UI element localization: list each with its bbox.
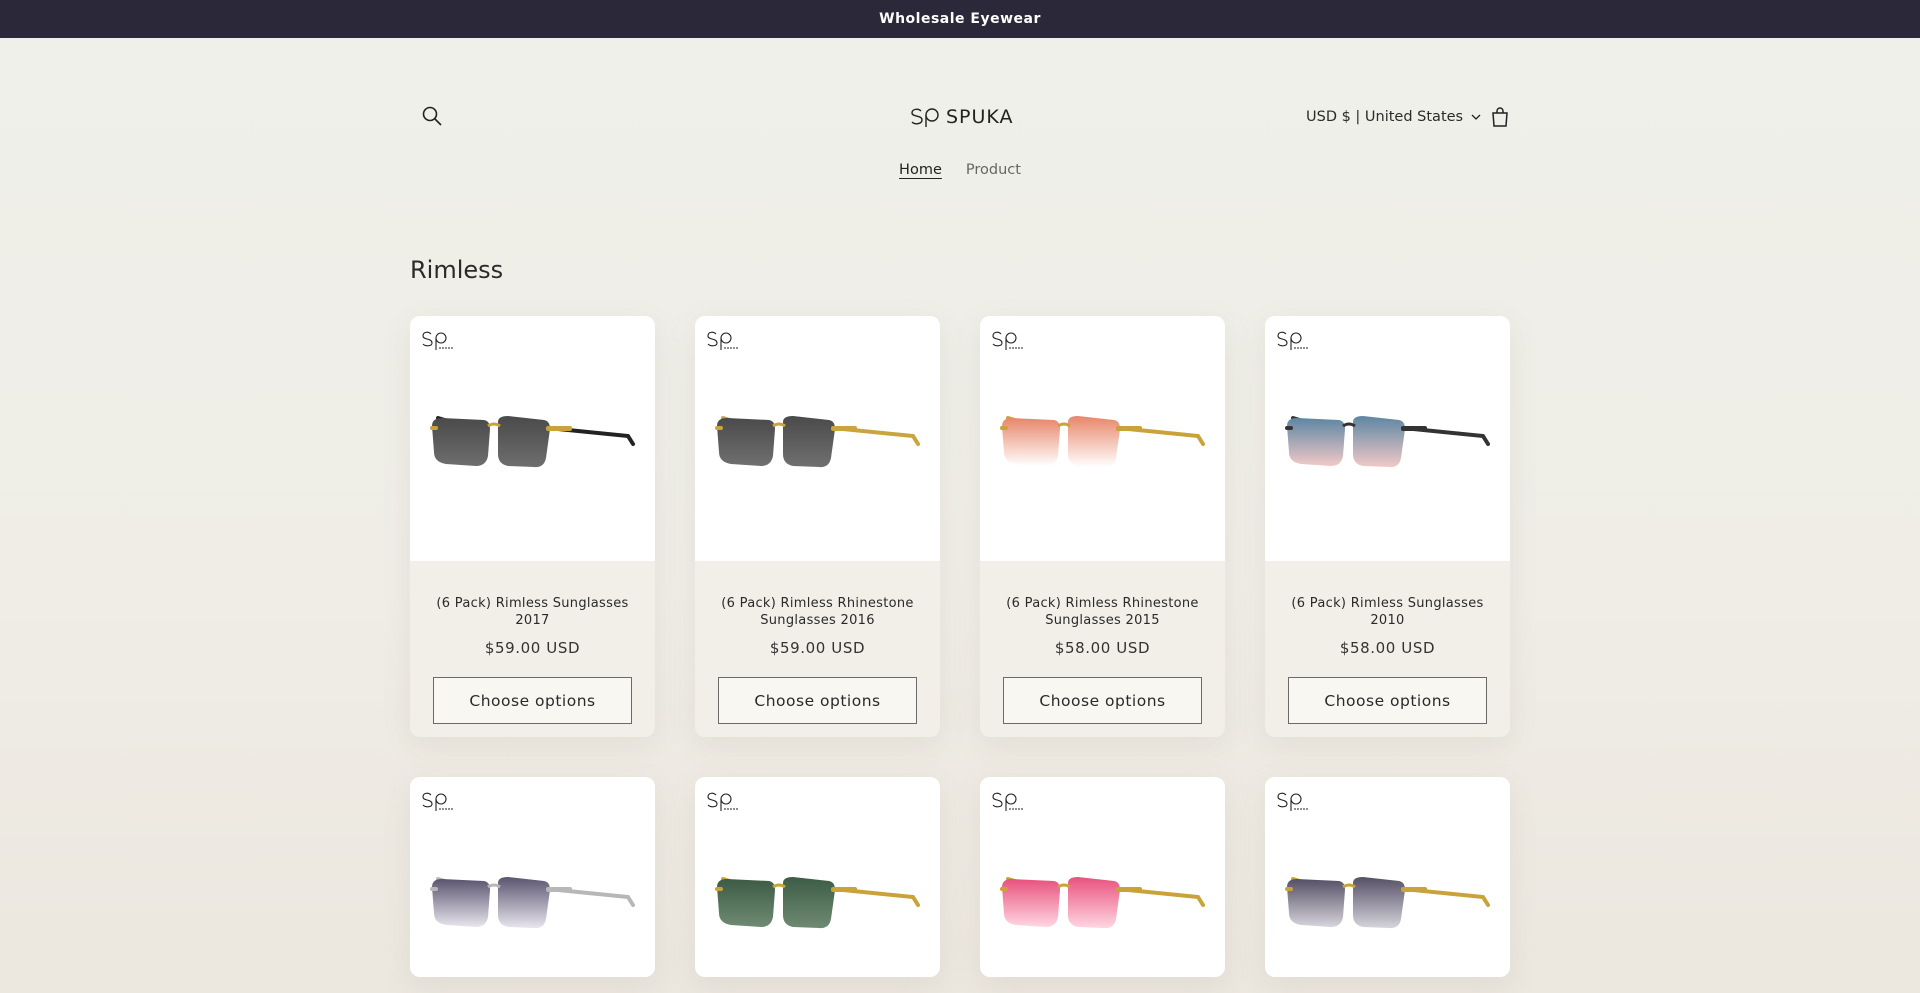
sunglasses-product-icon bbox=[1285, 416, 1490, 468]
brand-watermark-icon bbox=[992, 331, 1023, 350]
sunglasses-product-icon bbox=[1285, 877, 1490, 929]
search-icon[interactable] bbox=[420, 104, 444, 128]
product-card[interactable]: (6 Pack) Rimless Rhinestone Sunglasses 2… bbox=[695, 316, 940, 737]
product-image[interactable] bbox=[410, 777, 655, 977]
product-title[interactable]: (6 Pack) Rimless Rhinestone Sunglasses 2… bbox=[695, 595, 940, 629]
product-title[interactable]: (6 Pack) Rimless Sunglasses 2017 bbox=[410, 595, 655, 629]
product-grid: (6 Pack) Rimless Sunglasses 2017 $59.00 … bbox=[410, 316, 1510, 977]
sunglasses-product-icon bbox=[1000, 416, 1205, 468]
announcement-text: Wholesale Eyewear bbox=[879, 11, 1041, 27]
product-image[interactable] bbox=[695, 777, 940, 977]
product-title[interactable]: (6 Pack) Rimless Rhinestone Sunglasses 2… bbox=[980, 595, 1225, 629]
product-card[interactable] bbox=[980, 777, 1225, 977]
product-image[interactable] bbox=[980, 316, 1225, 561]
product-card[interactable]: (6 Pack) Rimless Sunglasses 2010 $58.00 … bbox=[1265, 316, 1510, 737]
main-nav: Home Product bbox=[0, 162, 1920, 178]
choose-options-button[interactable]: Choose options bbox=[433, 677, 632, 724]
choose-options-button[interactable]: Choose options bbox=[718, 677, 917, 724]
product-image[interactable] bbox=[1265, 316, 1510, 561]
cart-icon[interactable] bbox=[1488, 105, 1512, 129]
brand-watermark-icon bbox=[422, 331, 453, 350]
product-info: (6 Pack) Rimless Sunglasses 2010 $58.00 … bbox=[1265, 561, 1510, 724]
choose-options-button[interactable]: Choose options bbox=[1003, 677, 1202, 724]
product-price: $58.00 USD bbox=[1054, 639, 1151, 657]
product-info: (6 Pack) Rimless Rhinestone Sunglasses 2… bbox=[695, 561, 940, 724]
product-image[interactable] bbox=[980, 777, 1225, 977]
brand-watermark-icon bbox=[1277, 331, 1308, 350]
sunglasses-product-icon bbox=[715, 877, 920, 929]
brand-watermark-icon bbox=[992, 792, 1023, 811]
currency-selector[interactable]: USD $ | United States bbox=[1306, 106, 1481, 128]
brand-watermark-icon bbox=[707, 331, 738, 350]
brand-watermark-icon bbox=[422, 792, 453, 811]
product-card[interactable] bbox=[410, 777, 655, 977]
sunglasses-product-icon bbox=[715, 416, 920, 468]
collection-title: Rimless bbox=[410, 256, 504, 284]
logo-text: SPUKA bbox=[946, 106, 1014, 128]
product-info: (6 Pack) Rimless Rhinestone Sunglasses 2… bbox=[980, 561, 1225, 724]
sunglasses-product-icon bbox=[430, 416, 635, 468]
product-price: $59.00 USD bbox=[484, 639, 581, 657]
chevron-down-icon bbox=[1471, 114, 1481, 120]
site-header: SPUKA USD $ | United States Home Product bbox=[0, 38, 1920, 178]
product-image[interactable] bbox=[410, 316, 655, 561]
product-info: (6 Pack) Rimless Sunglasses 2017 $59.00 … bbox=[410, 561, 655, 724]
logo-mark-icon bbox=[911, 108, 939, 127]
product-card[interactable]: (6 Pack) Rimless Rhinestone Sunglasses 2… bbox=[980, 316, 1225, 737]
brand-watermark-icon bbox=[707, 792, 738, 811]
product-price: $59.00 USD bbox=[769, 639, 866, 657]
product-card[interactable]: (6 Pack) Rimless Sunglasses 2017 $59.00 … bbox=[410, 316, 655, 737]
nav-home[interactable]: Home bbox=[899, 162, 942, 178]
brand-logo[interactable]: SPUKA bbox=[910, 104, 1014, 130]
sunglasses-product-icon bbox=[1000, 877, 1205, 929]
product-card[interactable] bbox=[1265, 777, 1510, 977]
product-image[interactable] bbox=[695, 316, 940, 561]
product-card[interactable] bbox=[695, 777, 940, 977]
currency-label: USD $ | United States bbox=[1306, 109, 1464, 125]
product-price: $58.00 USD bbox=[1339, 639, 1436, 657]
sunglasses-product-icon bbox=[430, 877, 635, 929]
announcement-bar: Wholesale Eyewear bbox=[0, 0, 1920, 38]
nav-product[interactable]: Product bbox=[966, 162, 1021, 178]
choose-options-button[interactable]: Choose options bbox=[1288, 677, 1487, 724]
product-image[interactable] bbox=[1265, 777, 1510, 977]
brand-watermark-icon bbox=[1277, 792, 1308, 811]
product-title[interactable]: (6 Pack) Rimless Sunglasses 2010 bbox=[1265, 595, 1510, 629]
